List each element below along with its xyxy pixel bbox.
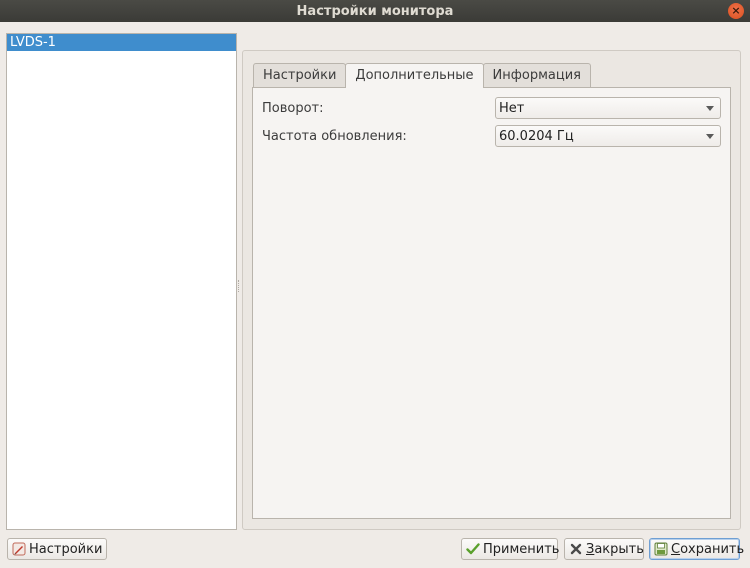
advanced-tab-content: Поворот: Нет Частота обновления: 60.0204…: [252, 87, 731, 519]
refresh-rate-label: Частота обновления:: [262, 128, 407, 144]
tab-information[interactable]: Информация: [482, 63, 591, 87]
rotation-label: Поворот:: [262, 100, 324, 116]
refresh-rate-value: 60.0204 Гц: [499, 128, 574, 144]
apply-button[interactable]: Применить: [461, 538, 560, 560]
rotation-row: Поворот:: [262, 97, 324, 119]
monitor-item-label: LVDS-1: [10, 35, 56, 50]
chevron-down-icon: [706, 106, 714, 111]
monitor-list[interactable]: LVDS-1: [6, 33, 237, 530]
save-icon: [654, 542, 668, 556]
save-button[interactable]: Сохранить: [649, 538, 744, 560]
tab-settings[interactable]: Настройки: [253, 63, 347, 87]
rotation-value: Нет: [499, 100, 525, 116]
rotation-combobox[interactable]: Нет: [495, 97, 721, 119]
tab-advanced[interactable]: Дополнительные: [345, 63, 484, 88]
window-close-button[interactable]: ×: [728, 3, 744, 19]
close-icon: ×: [731, 4, 741, 17]
title-bar: Настройки монитора ×: [0, 0, 750, 22]
settings-button[interactable]: Настройки: [7, 538, 107, 560]
tab-advanced-label: Дополнительные: [355, 68, 474, 83]
monitor-item-lvds-1[interactable]: LVDS-1: [7, 34, 236, 51]
window-title: Настройки монитора: [296, 3, 454, 19]
tab-information-label: Информация: [492, 68, 581, 83]
apply-button-label: Применить: [483, 541, 560, 557]
save-button-label: Сохранить: [671, 541, 745, 557]
tab-bar: Настройки Дополнительные Информация: [253, 63, 591, 88]
checkmark-icon: [466, 542, 480, 556]
close-button[interactable]: Закрыть: [564, 538, 644, 560]
refresh-row: Частота обновления:: [262, 125, 407, 147]
settings-button-label: Настройки: [29, 541, 103, 557]
x-icon: [569, 542, 583, 556]
tab-settings-label: Настройки: [263, 68, 337, 83]
close-button-label: Закрыть: [586, 541, 644, 557]
settings-pencil-icon: [12, 542, 26, 556]
chevron-down-icon: [706, 134, 714, 139]
refresh-rate-combobox[interactable]: 60.0204 Гц: [495, 125, 721, 147]
